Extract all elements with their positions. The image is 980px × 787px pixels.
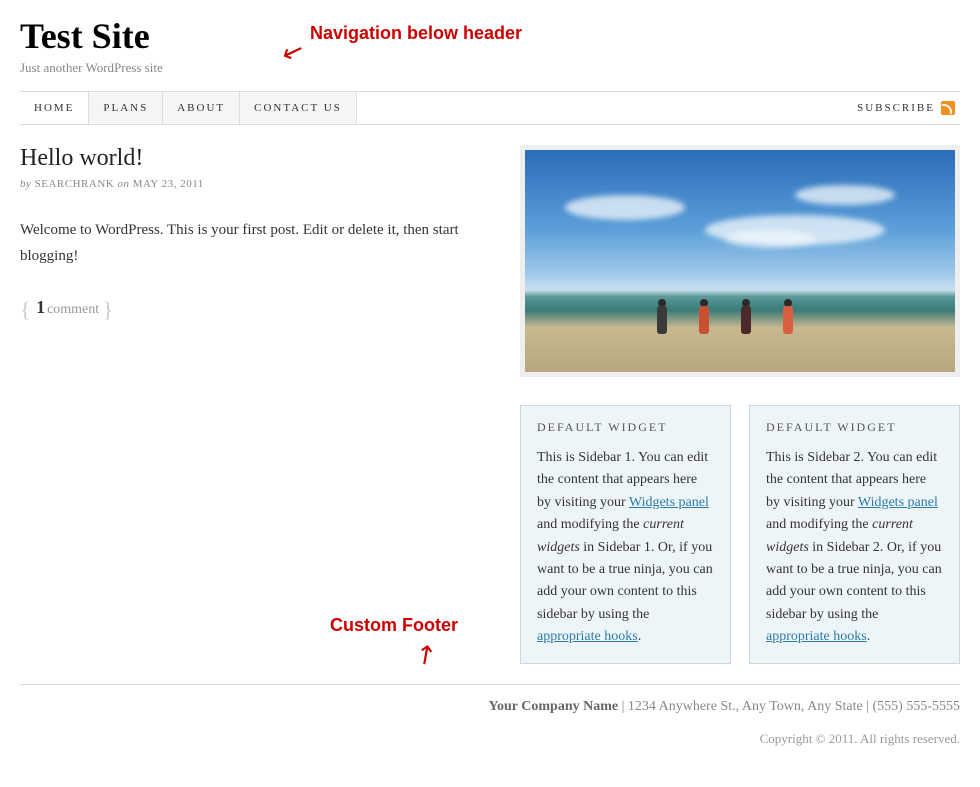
sidebar-widget-1: Default Widget This is Sidebar 1. You ca… bbox=[520, 405, 731, 664]
comment-count[interactable]: { 1comment } bbox=[20, 297, 490, 323]
primary-nav: HOME PLANS ABOUT CONTACT US SUBSCRIBE bbox=[20, 91, 960, 125]
subscribe-link[interactable]: SUBSCRIBE bbox=[852, 92, 960, 124]
post-meta: by SEARCHRANK on MAY 23, 2011 bbox=[20, 178, 490, 190]
main-content: Hello world! by SEARCHRANK on MAY 23, 20… bbox=[20, 145, 500, 664]
widget-text: and modifying the bbox=[766, 517, 872, 532]
arrow-icon: ↙ bbox=[408, 636, 443, 673]
nav-items: HOME PLANS ABOUT CONTACT US bbox=[20, 92, 357, 124]
widgets-panel-link[interactable]: Widgets panel bbox=[629, 495, 709, 510]
widgets-panel-link[interactable]: Widgets panel bbox=[858, 495, 938, 510]
widget-title: Default Widget bbox=[537, 420, 714, 435]
hooks-link[interactable]: appropriate hooks bbox=[766, 629, 867, 644]
widget-body: This is Sidebar 2. You can edit the cont… bbox=[766, 447, 943, 649]
nav-item-about[interactable]: ABOUT bbox=[163, 92, 240, 124]
nav-item-home[interactable]: HOME bbox=[20, 92, 89, 124]
site-header: Test Site Just another WordPress site Na… bbox=[20, 15, 960, 91]
annotation-footer: Custom Footer bbox=[330, 615, 458, 636]
footer-copyright: Copyright © 2011. All rights reserved. bbox=[20, 731, 960, 747]
hero-image bbox=[520, 145, 960, 377]
rss-icon bbox=[941, 101, 955, 115]
widget-title: Default Widget bbox=[766, 420, 943, 435]
nav-item-contact[interactable]: CONTACT US bbox=[240, 92, 357, 124]
widget-body: This is Sidebar 1. You can edit the cont… bbox=[537, 447, 714, 649]
brace-left-icon: { bbox=[20, 297, 31, 322]
widget-text: . bbox=[867, 629, 871, 644]
post-author[interactable]: SEARCHRANK bbox=[35, 178, 115, 190]
site-footer: Your Company Name | 1234 Anywhere St., A… bbox=[20, 684, 960, 761]
brace-right-icon: } bbox=[103, 297, 114, 322]
sidebar-widget-2: Default Widget This is Sidebar 2. You ca… bbox=[749, 405, 960, 664]
post-on: on bbox=[117, 178, 129, 190]
comment-number: 1 bbox=[36, 297, 45, 317]
widget-text: . bbox=[638, 629, 642, 644]
post-title[interactable]: Hello world! bbox=[20, 145, 490, 172]
hooks-link[interactable]: appropriate hooks bbox=[537, 629, 638, 644]
site-tagline: Just another WordPress site bbox=[20, 60, 960, 76]
subscribe-label: SUBSCRIBE bbox=[857, 102, 935, 114]
post-date[interactable]: MAY 23, 2011 bbox=[133, 178, 204, 190]
footer-address-text: | 1234 Anywhere St., Any Town, Any State… bbox=[618, 699, 960, 714]
post-by: by bbox=[20, 178, 31, 190]
annotation-nav: Navigation below header bbox=[310, 23, 522, 44]
sidebar: Default Widget This is Sidebar 1. You ca… bbox=[520, 145, 960, 664]
comment-label: comment bbox=[47, 302, 99, 317]
footer-address: Your Company Name | 1234 Anywhere St., A… bbox=[20, 699, 960, 715]
footer-company: Your Company Name bbox=[488, 699, 618, 714]
nav-item-plans[interactable]: PLANS bbox=[89, 92, 163, 124]
post-body: Welcome to WordPress. This is your first… bbox=[20, 218, 490, 269]
widget-text: and modifying the bbox=[537, 517, 643, 532]
